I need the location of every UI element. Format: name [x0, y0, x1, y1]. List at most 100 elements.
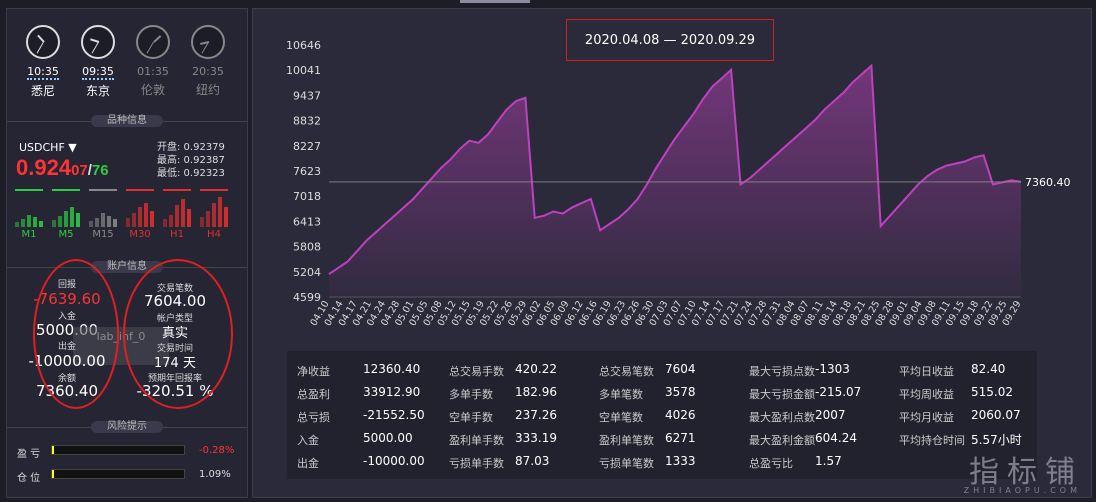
stat-value: 4026	[665, 408, 696, 422]
clock-1: 09:35 东京	[76, 25, 120, 99]
stat-value-cell: 3578	[665, 385, 696, 399]
stat-value-cell: 12360.40	[363, 362, 420, 376]
stat-label: 最大盈利金额	[749, 434, 815, 447]
tf-bars-h4	[200, 189, 228, 227]
position-bar	[51, 469, 185, 479]
last-value-label: 7360.40	[1025, 176, 1071, 189]
y-tick-label: 8832	[293, 115, 321, 128]
stats-table: 净收益 12360.40 总盈利 33912.90 总亏损 -21552.50 入金 5000…	[287, 351, 1037, 479]
stat-label: 亏损单笔数	[599, 457, 654, 470]
clock-icon	[136, 25, 170, 59]
stat-label: 净收益	[297, 365, 330, 378]
stat-label: 多单手数	[449, 388, 493, 401]
clock-city: 东京	[85, 84, 110, 98]
stat-value: 237.26	[515, 408, 557, 422]
dropdown-arrow-icon[interactable]: ▼	[68, 141, 76, 154]
position-value: 1.09%	[199, 469, 231, 480]
tf-bars-h1	[163, 189, 191, 227]
highlight-ellipse-right	[123, 259, 233, 409]
stat-value-cell: 4026	[665, 408, 696, 422]
tf-bars-m15	[89, 189, 117, 227]
stat-value-cell: -10000.00	[363, 454, 425, 468]
tf-label-m15[interactable]: M15	[89, 229, 117, 240]
y-tick-label: 10041	[286, 64, 321, 77]
stat-value-cell: -21552.50	[363, 408, 425, 422]
clock-0: 10:35 悉尼	[21, 25, 65, 99]
clock-time: 10:35	[27, 65, 59, 80]
stat-value: 3578	[665, 385, 696, 399]
stat-value-cell: 5000.00	[363, 431, 413, 445]
left-panel: 10:35 悉尼 09:35 东京 01:35 伦敦 20:35 纽约 品种信息 USDCHF…	[6, 8, 248, 498]
stat-value-cell: 515.02	[971, 385, 1013, 399]
stat-value-cell: 333.19	[515, 431, 557, 445]
stat-label: 总盈利	[297, 388, 330, 401]
profit-label: 盈 亏	[17, 449, 41, 460]
y-tick-label: 4599	[293, 291, 321, 304]
stat-value-cell: -1303	[815, 362, 850, 376]
stat-value-cell: 2007	[815, 408, 846, 422]
stat-value: 515.02	[971, 385, 1013, 399]
stat-label: 总交易手数	[449, 365, 504, 378]
stat-value: 2060.07	[971, 408, 1021, 422]
stat-value: 12360.40	[363, 362, 421, 376]
stat-value-cell: 604.24	[815, 431, 857, 445]
y-tick-label: 5808	[293, 241, 321, 254]
stat-label: 总亏损	[297, 411, 330, 424]
stat-value: -1303	[815, 362, 850, 376]
stat-value-cell: 2060.07	[971, 408, 1021, 422]
y-tick-label: 10646	[286, 39, 321, 52]
stat-label: 出金	[297, 457, 319, 470]
timeframe-strength-bars: M1 M5 M15 M30 H1 H4	[15, 189, 241, 241]
tf-bars-m30	[126, 189, 154, 227]
stat-value: 82.40	[971, 362, 1006, 376]
section-account-info: 账户信息	[7, 261, 247, 273]
stat-label: 最大盈利点数	[749, 411, 815, 424]
section-symbol-info: 品种信息	[7, 115, 247, 127]
stat-label: 总盈亏比	[749, 457, 793, 470]
stat-value: 1333	[665, 454, 696, 468]
stat-value: 182.96	[515, 385, 557, 399]
clock-2: 01:35 伦敦	[131, 25, 175, 98]
stat-label: 平均月收益	[899, 411, 954, 424]
stat-label: 空单笔数	[599, 411, 643, 424]
symbol-selector[interactable]: USDCHF ▼	[19, 141, 77, 154]
watermark-sub: ZHIBIAOPU.COM	[963, 486, 1081, 495]
stat-value-cell: 1333	[665, 454, 696, 468]
tf-label-m5[interactable]: M5	[52, 229, 80, 240]
world-clocks: 10:35 悉尼 09:35 东京 01:35 伦敦 20:35 纽约	[21, 25, 241, 113]
stat-value: 5.57小时	[971, 433, 1022, 447]
stat-value: 604.24	[815, 431, 857, 445]
tf-label-h4[interactable]: H4	[200, 229, 228, 240]
tf-label-m30[interactable]: M30	[126, 229, 154, 240]
tf-bars-m5	[52, 189, 80, 227]
stat-label: 盈利单笔数	[599, 434, 654, 447]
stat-label: 多单笔数	[599, 388, 643, 401]
tf-label-h1[interactable]: H1	[163, 229, 191, 240]
stat-label: 入金	[297, 434, 319, 447]
stat-label: 平均日收益	[899, 365, 954, 378]
y-tick-label: 9437	[293, 89, 321, 102]
stat-value: -215.07	[815, 385, 862, 399]
clock-icon	[26, 25, 60, 59]
equity-chart: 10646 10041 9437 8832 8227 7623 7018 6413 5808 52…	[286, 39, 1071, 328]
stat-value: 333.19	[515, 431, 557, 445]
stat-value: -21552.50	[363, 408, 425, 422]
stat-label: 空单手数	[449, 411, 493, 424]
stat-value: 1.57	[815, 454, 842, 468]
stat-value-cell: 5.57小时	[971, 431, 1022, 448]
tf-label-m1[interactable]: M1	[15, 229, 43, 240]
stat-value-cell: 182.96	[515, 385, 557, 399]
y-tick-label: 8227	[293, 140, 321, 153]
stat-value-cell: 33912.90	[363, 385, 420, 399]
stat-label: 总交易笔数	[599, 365, 654, 378]
clock-3: 20:35 纽约	[186, 25, 230, 98]
stat-value-cell: 7604	[665, 362, 696, 376]
stat-value-cell: 237.26	[515, 408, 557, 422]
stat-value: 420.22	[515, 362, 557, 376]
profit-value: -0.28%	[199, 445, 235, 456]
clock-city: 纽约	[195, 83, 220, 97]
right-panel: 2020.04.08 — 2020.09.29 10646 10041 9437 88…	[252, 8, 1092, 498]
clock-time: 09:35	[82, 65, 114, 80]
stat-value: -10000.00	[363, 454, 425, 468]
stat-value-cell: -215.07	[815, 385, 861, 399]
